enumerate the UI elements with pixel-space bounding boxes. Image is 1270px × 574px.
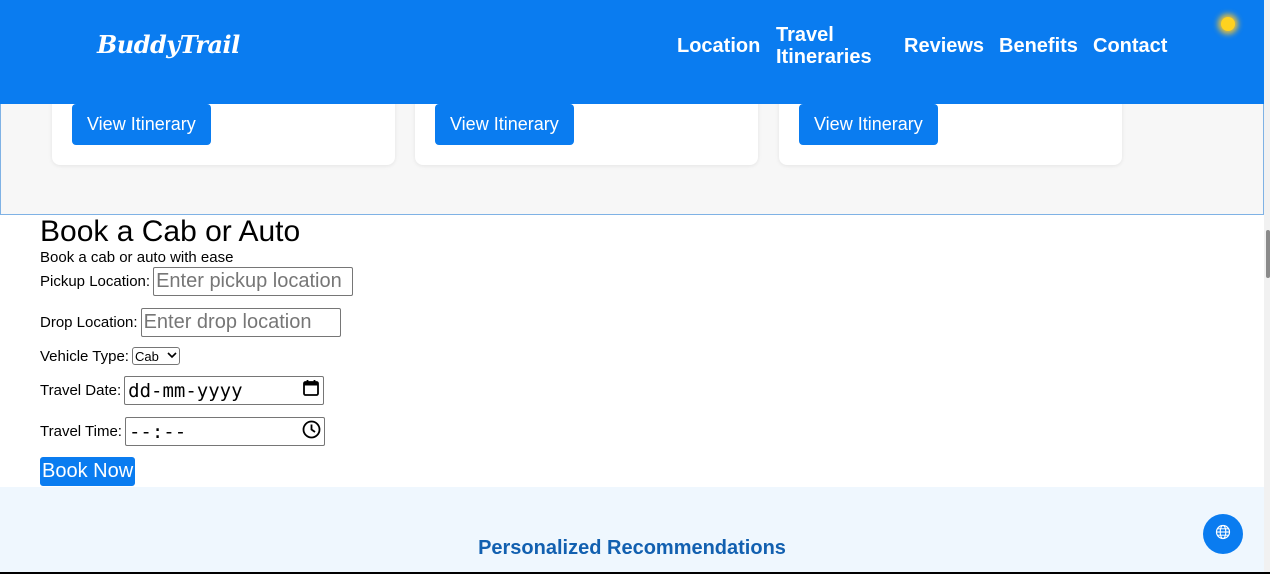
recommendations-title: Personalized Recommendations bbox=[478, 537, 786, 559]
clock-icon[interactable] bbox=[302, 420, 321, 444]
booking-subtitle: Book a cab or auto with ease bbox=[40, 249, 234, 266]
pickup-label: Pickup Location: bbox=[40, 273, 151, 290]
sun-icon[interactable] bbox=[1221, 17, 1235, 31]
pickup-row: Pickup Location: bbox=[40, 267, 354, 296]
date-value: dd-mm-yyyy bbox=[128, 379, 243, 402]
vehicle-row: Vehicle Type: Cab bbox=[40, 347, 180, 365]
booking-title: Book a Cab or Auto bbox=[40, 215, 301, 248]
date-row: Travel Date: dd-mm-yyyy bbox=[40, 376, 325, 405]
nav-benefits[interactable]: Benefits bbox=[999, 35, 1078, 57]
vehicle-label: Vehicle Type: bbox=[40, 347, 129, 365]
time-label: Travel Time: bbox=[40, 423, 122, 440]
date-label: Travel Date: bbox=[40, 382, 122, 399]
language-button[interactable] bbox=[1203, 514, 1243, 554]
time-value: --:-- bbox=[128, 420, 187, 443]
view-itinerary-button[interactable]: View Itinerary bbox=[72, 104, 211, 145]
globe-icon bbox=[1215, 524, 1231, 545]
drop-location-input[interactable] bbox=[140, 308, 341, 337]
chevron-down-icon bbox=[167, 351, 177, 362]
calendar-icon[interactable] bbox=[302, 379, 320, 402]
travel-date-input[interactable]: dd-mm-yyyy bbox=[124, 376, 325, 405]
nav-reviews[interactable]: Reviews bbox=[904, 35, 984, 57]
pickup-location-input[interactable] bbox=[153, 267, 354, 296]
nav-location[interactable]: Location bbox=[677, 35, 760, 57]
nav-contact[interactable]: Contact bbox=[1093, 35, 1167, 57]
page-scrollbar[interactable] bbox=[1264, 0, 1270, 574]
vehicle-type-value: Cab bbox=[134, 348, 159, 364]
site-header: BuddyTrail Location Travel Itineraries R… bbox=[0, 0, 1264, 104]
view-itinerary-button[interactable]: View Itinerary bbox=[799, 104, 938, 145]
drop-label: Drop Location: bbox=[40, 314, 138, 331]
nav-travel-itineraries[interactable]: Travel Itineraries bbox=[776, 24, 886, 68]
drop-row: Drop Location: bbox=[40, 308, 341, 337]
book-now-button[interactable]: Book Now bbox=[40, 457, 136, 486]
recommendations-section: Personalized Recommendations bbox=[0, 487, 1264, 574]
brand-logo[interactable]: BuddyTrail bbox=[97, 30, 240, 59]
time-row: Travel Time: --:-- bbox=[40, 417, 325, 446]
view-itinerary-button[interactable]: View Itinerary bbox=[435, 104, 574, 145]
scrollbar-thumb[interactable] bbox=[1266, 230, 1270, 278]
travel-time-input[interactable]: --:-- bbox=[124, 417, 325, 446]
vehicle-type-select[interactable]: Cab bbox=[131, 347, 180, 365]
